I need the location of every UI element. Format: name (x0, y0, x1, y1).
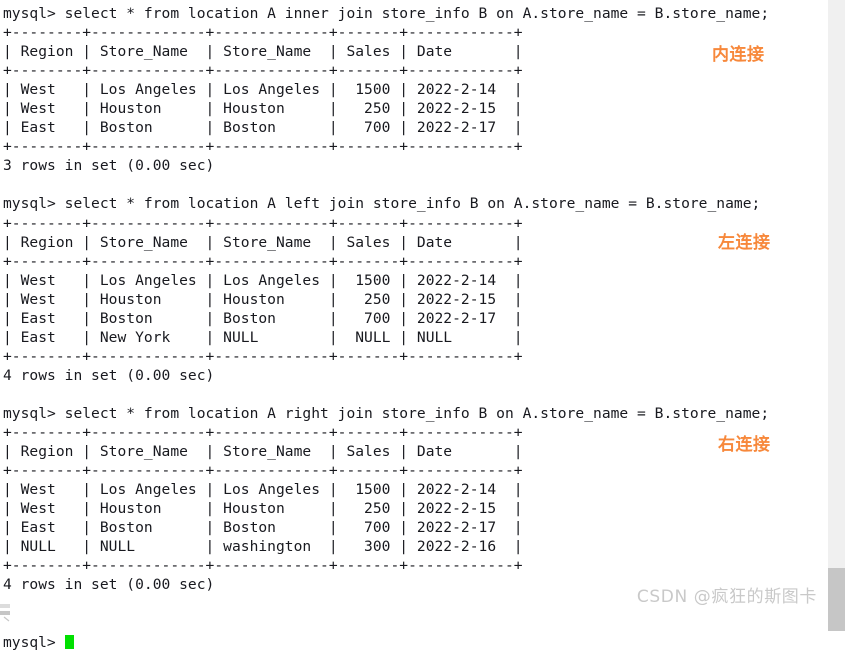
prompt-text: mysql> (3, 633, 65, 651)
terminal-line: | East | Boston | Boston | 700 | 2022-2-… (3, 309, 523, 327)
terminal-line-list: mysql> select * from location A inner jo… (3, 4, 828, 633)
terminal-line: | Region | Store_Name | Store_Name | Sal… (3, 233, 523, 251)
terminal-line: | Region | Store_Name | Store_Name | Sal… (3, 43, 523, 61)
terminal-line: +--------+-------------+-------------+--… (3, 252, 523, 270)
terminal-line: +--------+-------------+-------------+--… (3, 557, 523, 575)
join-annotation-label: 内连接 (712, 45, 765, 65)
terminal-line: +--------+-------------+-------------+--… (3, 462, 523, 480)
terminal-line: | East | New York | NULL | NULL | NULL | (3, 328, 523, 346)
terminal-line: mysql> select * from location A inner jo… (3, 5, 770, 22)
resize-grip-icon (0, 604, 10, 622)
terminal-line: 4 rows in set (0.00 sec) (3, 366, 215, 384)
terminal-line: +--------+-------------+-------------+--… (3, 347, 523, 365)
terminal-line: | West | Los Angeles | Los Angeles | 150… (3, 271, 523, 289)
csdn-watermark: CSDN @疯狂的斯图卡 (636, 587, 817, 607)
join-annotation-label: 右连接 (718, 435, 771, 455)
terminal-line: 3 rows in set (0.00 sec) (3, 157, 215, 175)
join-annotation-label: 左连接 (718, 233, 771, 253)
vertical-scrollbar[interactable] (828, 0, 845, 631)
terminal-line: +--------+-------------+-------------+--… (3, 214, 523, 232)
terminal-line: mysql> select * from location A right jo… (3, 404, 770, 422)
terminal-output-pane[interactable]: mysql> select * from location A inner jo… (0, 0, 828, 651)
terminal-line: +--------+-------------+-------------+--… (3, 24, 523, 42)
terminal-line: | West | Houston | Houston | 250 | 2022-… (3, 290, 523, 308)
text-cursor (64, 634, 74, 649)
terminal-line: +--------+-------------+-------------+--… (3, 424, 523, 442)
terminal-line: | NULL | NULL | washington | 300 | 2022-… (3, 538, 523, 556)
terminal-line: | West | Los Angeles | Los Angeles | 150… (3, 481, 523, 499)
terminal-line: | East | Boston | Boston | 700 | 2022-2-… (3, 119, 523, 137)
terminal-line: +--------+-------------+-------------+--… (3, 62, 523, 80)
scrollbar-thumb[interactable] (828, 568, 845, 631)
terminal-line: +--------+-------------+-------------+--… (3, 138, 523, 156)
terminal-line: | East | Boston | Boston | 700 | 2022-2-… (3, 519, 523, 537)
terminal-prompt-line[interactable]: mysql> (3, 633, 828, 652)
terminal-line: mysql> select * from location A left joi… (3, 195, 761, 213)
terminal-line: | West | Houston | Houston | 250 | 2022-… (3, 100, 523, 118)
terminal-line: | Region | Store_Name | Store_Name | Sal… (3, 443, 523, 461)
terminal-line: | West | Los Angeles | Los Angeles | 150… (3, 81, 523, 99)
terminal-line: | West | Houston | Houston | 250 | 2022-… (3, 500, 523, 518)
